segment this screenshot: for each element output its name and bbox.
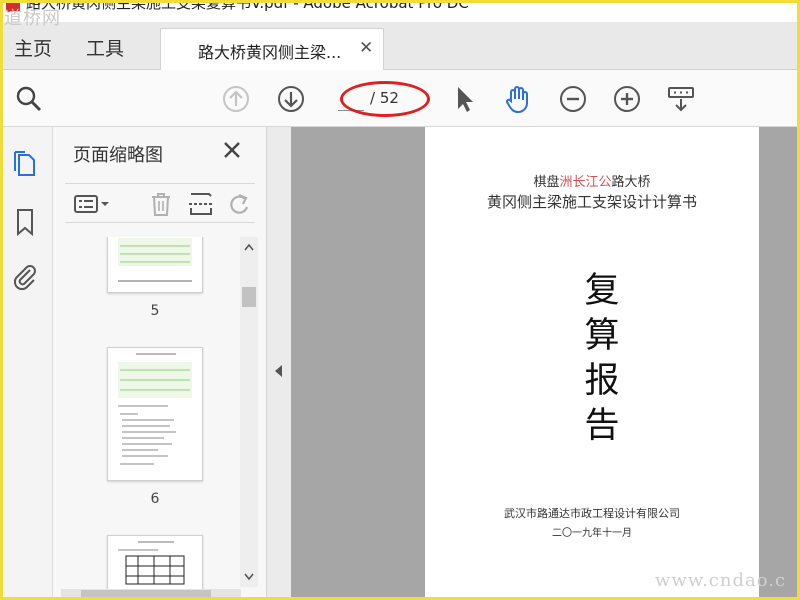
doc-title-char: 告: [584, 406, 620, 446]
page-display-icon[interactable]: [666, 84, 696, 114]
thumbnail-vertical-scrollbar[interactable]: [240, 237, 258, 587]
document-view: 棋盘洲长江公路大桥 黄冈侧主梁施工支架设计计算书 复 算 报 告 武汉市路通达市…: [291, 127, 800, 600]
attachment-icon[interactable]: [10, 261, 40, 291]
thumbnail-page-5[interactable]: [107, 237, 203, 293]
panel-title: 页面缩略图: [73, 145, 163, 166]
doc-title-char: 复: [584, 271, 620, 311]
panel-toolbar: [65, 183, 255, 223]
doc-subtitle: 黄冈侧主梁施工支架设计计算书: [486, 193, 697, 211]
thumbnails-panel: 页面缩略图 5 6: [53, 127, 267, 600]
watermark-top: 道桥网: [4, 8, 61, 29]
close-tab-icon[interactable]: ✕: [359, 38, 373, 58]
zoom-out-icon[interactable]: [558, 84, 588, 114]
next-page-icon[interactable]: [276, 84, 306, 114]
doc-project-name-part: 棋盘: [533, 175, 560, 190]
doc-date: 二〇一九年十一月: [552, 528, 632, 539]
window-title: 路大桥黄冈侧主梁施工支架复算书V.pdf - Adobe Acrobat Pro…: [26, 0, 469, 12]
extract-page-icon[interactable]: [187, 190, 215, 218]
doc-organization: 武汉市路通达市政工程设计有限公司: [504, 507, 680, 520]
scroll-up-icon[interactable]: [244, 243, 254, 251]
doc-project-name: 棋盘洲长江公路大桥: [425, 171, 759, 190]
thumbnail-page-5-image: [118, 238, 192, 282]
collapse-arrow-icon[interactable]: [275, 365, 282, 377]
watermark-bottom: www.cndao.c: [655, 570, 787, 591]
page-thumbnails-icon[interactable]: [10, 149, 40, 179]
thumbnail-page-6-image: [118, 353, 192, 465]
tab-document-label: 路大桥黄冈侧主梁...: [198, 43, 342, 62]
hand-tool-icon[interactable]: [503, 84, 533, 114]
horizontal-scroll-thumb[interactable]: [81, 590, 211, 598]
rotate-page-icon[interactable]: [225, 190, 253, 218]
title-bar: 路大桥黄冈侧主梁施工支架复算书V.pdf - Adobe Acrobat Pro…: [0, 0, 800, 22]
doc-title-char: 报: [584, 361, 620, 401]
tab-bar: 主页 工具 路大桥黄冈侧主梁... ✕: [0, 22, 800, 71]
left-nav-rail: [0, 127, 53, 600]
thumbnail-label: 5: [150, 303, 160, 319]
tab-document[interactable]: 路大桥黄冈侧主梁... ✕: [160, 28, 384, 71]
doc-project-name-part: 路大桥: [611, 175, 651, 190]
prev-page-icon[interactable]: [221, 84, 251, 114]
scroll-down-icon[interactable]: [244, 573, 254, 581]
panel-collapse-strip[interactable]: [267, 127, 291, 600]
page-total: / 52: [370, 89, 399, 107]
pdf-page: 棋盘洲长江公路大桥 黄冈侧主梁施工支架设计计算书 复 算 报 告 武汉市路通达市…: [425, 127, 759, 600]
tab-home[interactable]: 主页: [14, 34, 52, 61]
options-menu-icon[interactable]: [73, 190, 113, 218]
thumbnail-page-7[interactable]: [107, 535, 203, 597]
delete-page-icon[interactable]: [147, 190, 175, 218]
toolbar: / 52: [0, 70, 800, 127]
bookmark-icon[interactable]: [10, 207, 40, 237]
thumbnail-page-6[interactable]: [107, 347, 203, 481]
doc-project-name-part: 洲长江公: [559, 175, 612, 190]
thumbnail-page-7-image: [118, 541, 185, 585]
zoom-in-icon[interactable]: [612, 84, 642, 114]
search-icon[interactable]: [14, 84, 44, 114]
page-number-input[interactable]: [338, 87, 364, 111]
thumbnail-horizontal-scrollbar[interactable]: [61, 589, 241, 599]
close-panel-icon[interactable]: [221, 139, 243, 161]
vertical-scroll-thumb[interactable]: [242, 287, 256, 307]
doc-title-char: 算: [584, 316, 620, 356]
select-cursor-icon[interactable]: [450, 84, 480, 114]
doc-main-title: 复 算 报 告: [582, 269, 622, 449]
thumbnail-list: 5 6: [53, 237, 241, 597]
thumbnail-label: 6: [150, 491, 160, 507]
page-navigator: / 52: [332, 85, 424, 113]
tab-tools[interactable]: 工具: [86, 34, 124, 61]
